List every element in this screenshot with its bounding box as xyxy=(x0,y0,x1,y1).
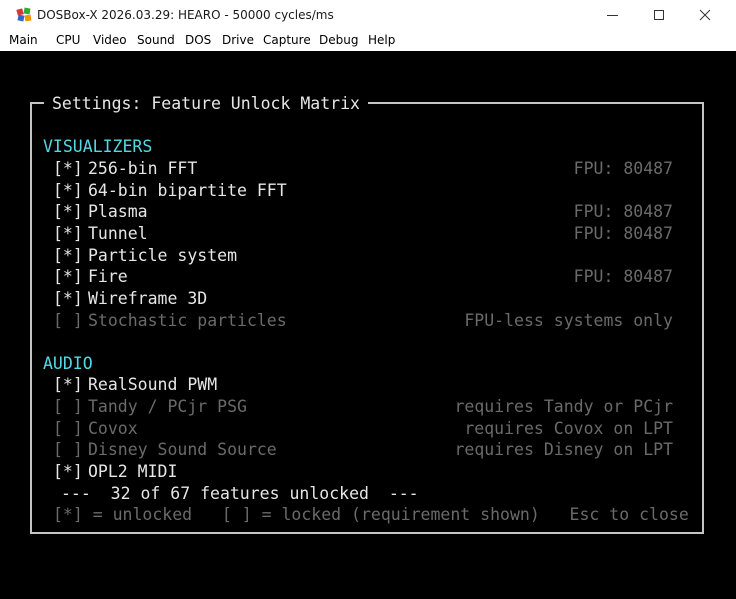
menu-sound[interactable]: Sound xyxy=(137,33,175,47)
menu-cpu[interactable]: CPU xyxy=(56,33,80,47)
checkbox-mark[interactable]: [*] xyxy=(53,376,83,394)
feature-requirement: FPU-less systems only xyxy=(464,311,673,330)
unlock-summary: --- 32 of 67 features unlocked --- xyxy=(61,484,419,503)
menu-debug[interactable]: Debug xyxy=(319,33,358,47)
checkbox-mark[interactable]: [*] xyxy=(53,268,83,286)
feature-label: Tandy / PCjr PSG xyxy=(88,397,247,416)
feature-requirement: requires Covox on LPT xyxy=(464,419,673,438)
checkbox-mark[interactable]: [*] xyxy=(53,160,83,178)
checkbox-mark[interactable]: [ ] xyxy=(53,398,83,416)
dialog-title: Settings: Feature Unlock Matrix xyxy=(44,95,368,113)
feature-label: Stochastic particles xyxy=(88,311,287,330)
checkbox-mark[interactable]: [ ] xyxy=(53,441,83,459)
title-bar: DOSBox-X 2026.03.29: HEARO - 50000 cycle… xyxy=(0,0,736,31)
section-heading-visualizers: VISUALIZERS xyxy=(43,137,153,156)
checkbox-mark[interactable]: [*] xyxy=(53,463,83,481)
dosbox-icon xyxy=(16,7,32,22)
minimize-button[interactable] xyxy=(590,0,636,31)
menu-dos[interactable]: DOS xyxy=(185,33,211,47)
feature-requirement: requires Disney on LPT xyxy=(454,440,673,459)
feature-requirement: FPU: 80487 xyxy=(573,267,673,286)
feature-label: Tunnel xyxy=(88,224,148,243)
menu-capture[interactable]: Capture xyxy=(263,33,311,47)
feature-requirement: FPU: 80487 xyxy=(573,159,673,178)
feature-label: RealSound PWM xyxy=(88,375,218,394)
feature-label: 64-bin bipartite FFT xyxy=(88,181,287,200)
feature-label: Plasma xyxy=(88,202,148,221)
feature-label: Disney Sound Source xyxy=(88,440,277,459)
window-title: DOSBox-X 2026.03.29: HEARO - 50000 cycle… xyxy=(37,8,334,22)
maximize-icon xyxy=(654,10,664,20)
checkbox-mark[interactable]: [*] xyxy=(53,247,83,265)
close-button[interactable] xyxy=(682,0,728,31)
checkbox-mark[interactable]: [ ] xyxy=(53,312,83,330)
feature-label: Covox xyxy=(88,419,138,438)
minimize-icon xyxy=(607,15,618,16)
close-icon xyxy=(699,9,711,21)
legend-hint: [*] = unlocked [ ] = locked (requirement… xyxy=(53,505,689,524)
feature-label: Fire xyxy=(88,267,128,286)
feature-requirement: FPU: 80487 xyxy=(573,224,673,243)
feature-label: OPL2 MIDI xyxy=(88,462,178,481)
menu-help[interactable]: Help xyxy=(368,33,395,47)
menu-main[interactable]: Main xyxy=(9,33,38,47)
feature-label: Particle system xyxy=(88,246,238,265)
menu-bar: Main CPU Video Sound DOS Drive Capture D… xyxy=(0,31,736,51)
checkbox-mark[interactable]: [*] xyxy=(53,225,83,243)
feature-requirement: requires Tandy or PCjr xyxy=(454,397,673,416)
checkbox-mark[interactable]: [*] xyxy=(53,182,83,200)
feature-label: Wireframe 3D xyxy=(88,289,208,308)
section-heading-audio: AUDIO xyxy=(43,354,93,373)
menu-drive[interactable]: Drive xyxy=(222,33,254,47)
checkbox-mark[interactable]: [ ] xyxy=(53,420,83,438)
checkbox-mark[interactable]: [*] xyxy=(53,290,83,308)
feature-requirement: FPU: 80487 xyxy=(573,202,673,221)
menu-video[interactable]: Video xyxy=(93,33,127,47)
checkbox-mark[interactable]: [*] xyxy=(53,203,83,221)
maximize-button[interactable] xyxy=(636,0,682,31)
feature-label: 256-bin FFT xyxy=(88,159,198,178)
